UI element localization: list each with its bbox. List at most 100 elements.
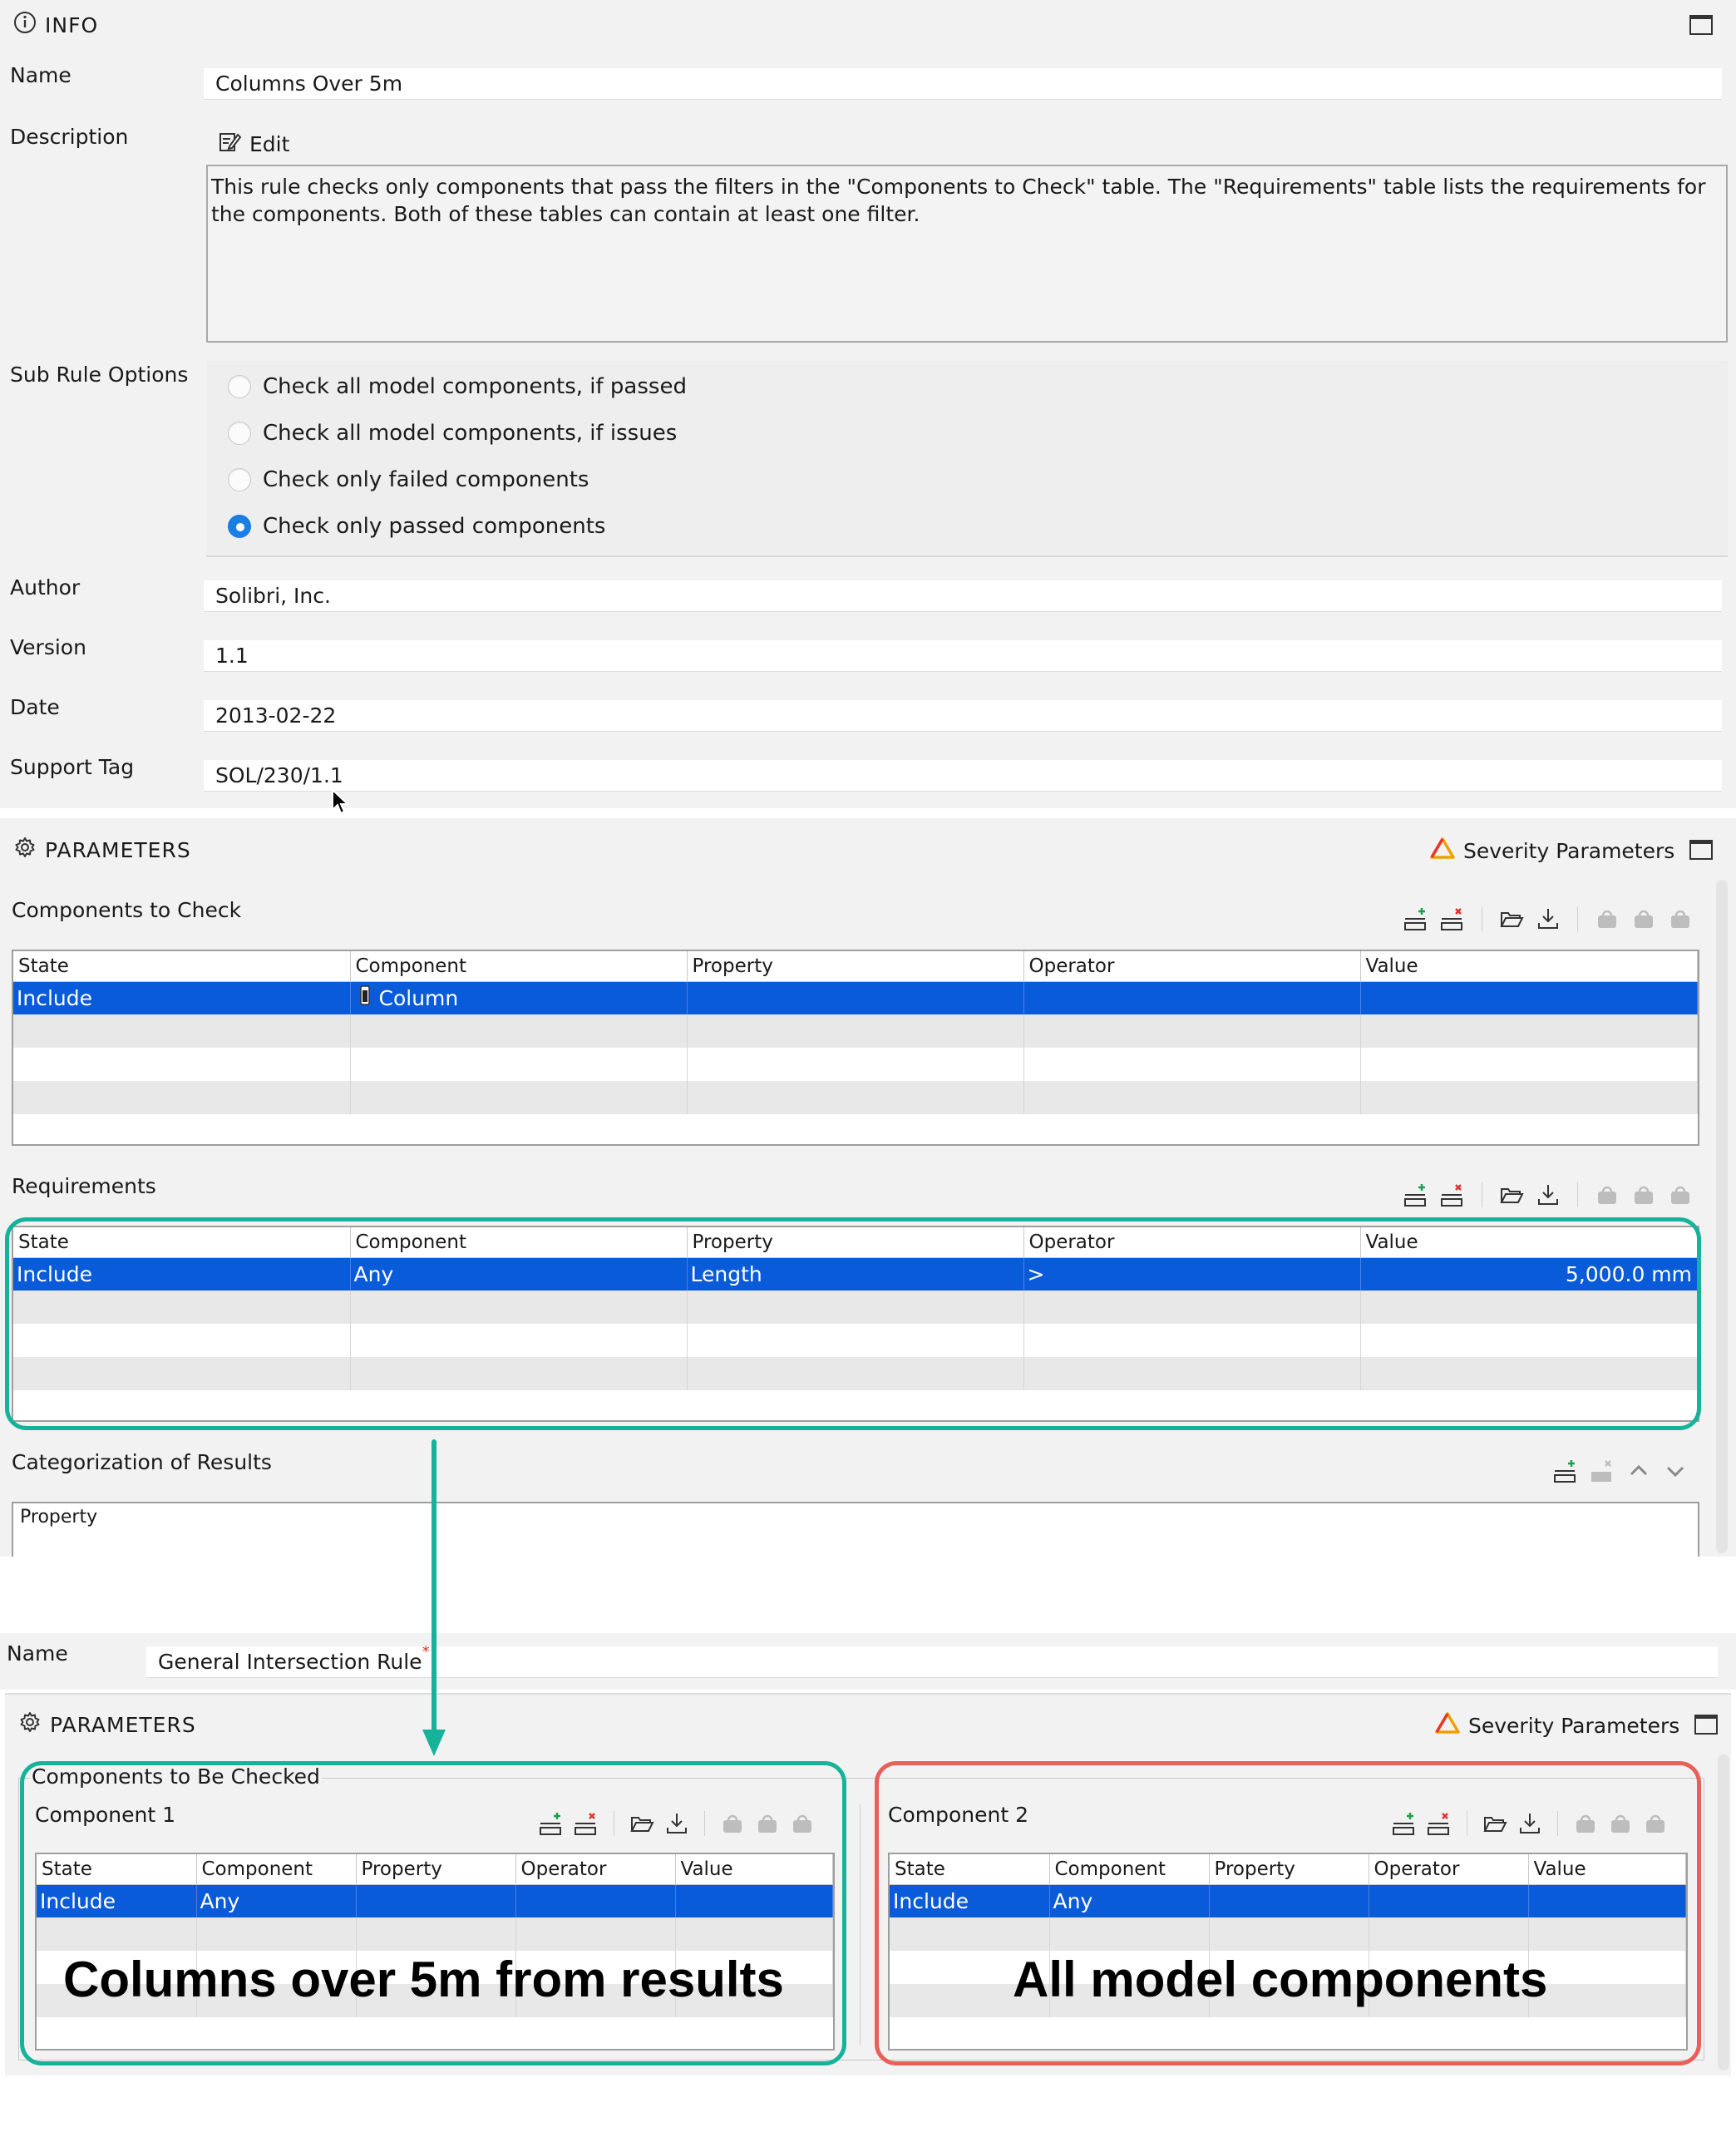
chevron-up-icon[interactable]	[1626, 1458, 1651, 1483]
component-cell[interactable]: Any	[350, 1257, 688, 1291]
radio-option-all-passed[interactable]: Check all model components, if passed	[228, 373, 687, 401]
date-field[interactable]: 2013-02-22	[204, 700, 1722, 732]
basket-icon[interactable]	[1595, 1182, 1620, 1207]
basket-icon[interactable]	[755, 1811, 780, 1836]
download-icon[interactable]	[1536, 906, 1561, 931]
radio-option-all-issues[interactable]: Check all model components, if issues	[228, 419, 687, 447]
scrollbar[interactable]	[1716, 880, 1728, 1553]
remove-row-icon[interactable]	[1440, 906, 1465, 931]
column-header[interactable]: Property	[1209, 1854, 1369, 1885]
table-row[interactable]: Include Any	[37, 1884, 833, 1917]
column-header[interactable]: State	[13, 1227, 351, 1258]
operator-cell[interactable]	[1023, 981, 1361, 1014]
column-header[interactable]: State	[13, 951, 351, 982]
column-header[interactable]: Property	[687, 951, 1024, 982]
support-tag-field[interactable]: SOL/230/1.1	[204, 760, 1722, 792]
basket-icon[interactable]	[720, 1811, 745, 1836]
open-folder-icon[interactable]	[1499, 1182, 1524, 1207]
add-row-icon[interactable]	[1403, 1182, 1428, 1207]
remove-row-disabled-icon[interactable]	[1590, 1458, 1615, 1483]
download-icon[interactable]	[1536, 1182, 1561, 1207]
table-row[interactable]: Include Any Length > 5,000.0 mm	[13, 1257, 1698, 1291]
remove-row-icon[interactable]	[1440, 1182, 1465, 1207]
radio-button[interactable]	[228, 422, 251, 445]
table-row[interactable]	[13, 1291, 1698, 1324]
basket-icon[interactable]	[790, 1811, 815, 1836]
value-cell[interactable]	[1360, 981, 1698, 1014]
open-folder-icon[interactable]	[1499, 906, 1524, 931]
scrollbar[interactable]	[1718, 1754, 1729, 2070]
table-row[interactable]	[13, 1048, 1698, 1081]
table-row[interactable]: Include Any	[890, 1884, 1686, 1917]
edit-button[interactable]: Edit	[218, 130, 289, 158]
version-field[interactable]: 1.1	[204, 640, 1722, 672]
basket-icon[interactable]	[1608, 1811, 1633, 1836]
name-field[interactable]: General Intersection Rule*	[146, 1643, 1718, 1678]
basket-icon[interactable]	[1631, 906, 1656, 931]
operator-cell[interactable]	[515, 1884, 676, 1917]
radio-option-only-passed[interactable]: Check only passed components	[228, 512, 687, 540]
column-header[interactable]: Operator	[515, 1854, 676, 1885]
state-cell[interactable]: Include	[13, 981, 351, 1014]
severity-parameters-button[interactable]: Severity Parameters	[1435, 1711, 1679, 1740]
add-row-icon[interactable]	[539, 1811, 564, 1836]
component-cell[interactable]: Any	[1049, 1884, 1210, 1917]
property-cell[interactable]	[356, 1884, 516, 1917]
column-header[interactable]: Property	[13, 1503, 1698, 1531]
state-cell[interactable]: Include	[890, 1884, 1050, 1917]
chevron-down-icon[interactable]	[1663, 1458, 1688, 1483]
column-header[interactable]: Component	[1049, 1854, 1210, 1885]
radio-button-selected[interactable]	[228, 515, 251, 538]
column-header[interactable]: Operator	[1023, 1227, 1361, 1258]
column-header[interactable]: State	[890, 1854, 1050, 1885]
table-row[interactable]	[13, 1081, 1698, 1114]
column-header[interactable]: Operator	[1369, 1854, 1529, 1885]
download-icon[interactable]	[664, 1811, 689, 1836]
column-header[interactable]: Value	[1528, 1854, 1686, 1885]
property-cell[interactable]	[687, 981, 1024, 1014]
column-header[interactable]: Value	[1360, 951, 1698, 982]
add-row-icon[interactable]	[1392, 1811, 1417, 1836]
state-cell[interactable]: Include	[37, 1884, 197, 1917]
maximize-icon[interactable]	[1689, 840, 1713, 860]
column-header[interactable]: Property	[687, 1227, 1024, 1258]
column-header[interactable]: State	[37, 1854, 197, 1885]
add-row-icon[interactable]	[1403, 906, 1428, 931]
add-row-icon[interactable]	[1553, 1458, 1578, 1483]
column-header[interactable]: Property	[356, 1854, 516, 1885]
state-cell[interactable]: Include	[13, 1257, 351, 1291]
property-cell[interactable]: Length	[687, 1257, 1024, 1291]
component-cell[interactable]: Any	[196, 1884, 357, 1917]
basket-icon[interactable]	[1573, 1811, 1598, 1836]
author-field[interactable]: Solibri, Inc.	[204, 580, 1722, 612]
table-row[interactable]	[13, 1357, 1698, 1390]
column-header[interactable]: Component	[350, 951, 688, 982]
column-header[interactable]: Component	[196, 1854, 357, 1885]
property-cell[interactable]	[1209, 1884, 1369, 1917]
component-cell[interactable]: Column	[350, 981, 688, 1014]
basket-icon[interactable]	[1631, 1182, 1656, 1207]
remove-row-icon[interactable]	[1427, 1811, 1452, 1836]
open-folder-icon[interactable]	[629, 1811, 654, 1836]
value-cell[interactable]	[1528, 1884, 1686, 1917]
name-field[interactable]: Columns Over 5m	[204, 68, 1722, 100]
basket-icon[interactable]	[1595, 906, 1620, 931]
basket-icon[interactable]	[1668, 906, 1693, 931]
open-folder-icon[interactable]	[1482, 1811, 1507, 1836]
table-row[interactable]	[13, 1014, 1698, 1048]
column-header[interactable]: Value	[675, 1854, 833, 1885]
column-header[interactable]: Component	[350, 1227, 688, 1258]
value-cell[interactable]: 5,000.0 mm	[1360, 1257, 1698, 1291]
remove-row-icon[interactable]	[574, 1811, 599, 1836]
radio-button[interactable]	[228, 468, 251, 491]
radio-option-only-failed[interactable]: Check only failed components	[228, 466, 687, 494]
download-icon[interactable]	[1517, 1811, 1542, 1836]
table-row[interactable]	[13, 1324, 1698, 1357]
operator-cell[interactable]: >	[1023, 1257, 1361, 1291]
table-row[interactable]	[37, 1917, 833, 1951]
maximize-icon[interactable]	[1689, 15, 1713, 35]
table-row[interactable]	[890, 1917, 1686, 1951]
radio-button[interactable]	[228, 375, 251, 398]
maximize-icon[interactable]	[1694, 1715, 1718, 1735]
value-cell[interactable]	[675, 1884, 833, 1917]
